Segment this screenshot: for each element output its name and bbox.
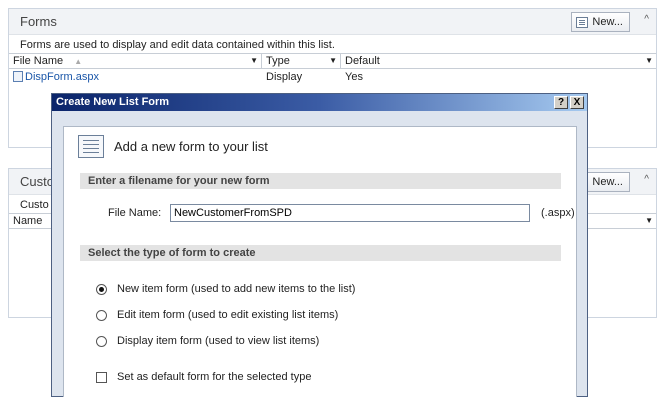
dialog-body: Add a new form to your list Enter a file…	[63, 126, 577, 397]
column-default[interactable]: Default ▼	[341, 54, 656, 68]
form-list-icon	[78, 135, 104, 158]
forms-description: Forms are used to display and edit data …	[9, 35, 656, 54]
radio-new-item-label: New item form (used to add new items to …	[117, 283, 356, 295]
default-form-checkbox-label: Set as default form for the selected typ…	[117, 371, 312, 383]
column-type-label: Type	[266, 55, 290, 67]
file-icon	[13, 71, 23, 82]
radio-display-item-label: Display item form (used to view list ite…	[117, 335, 320, 347]
file-name-input[interactable]	[170, 204, 530, 222]
default-form-checkbox-row[interactable]: Set as default form for the selected typ…	[96, 371, 311, 383]
close-button[interactable]: X	[570, 96, 584, 109]
column-type[interactable]: Type ▼	[262, 54, 341, 68]
chevron-down-icon[interactable]: ▼	[250, 56, 258, 65]
radio-button[interactable]	[96, 335, 107, 347]
radio-edit-item-form[interactable]: Edit item form (used to edit existing li…	[96, 309, 338, 321]
type-section-header: Select the type of form to create	[80, 245, 561, 261]
custom-new-button-label: New...	[592, 176, 623, 188]
dialog-header: Add a new form to your list	[78, 135, 268, 158]
chevron-down-icon[interactable]: ▼	[645, 56, 653, 65]
column-file-name[interactable]: File Name ▲ ▼	[9, 54, 262, 68]
forms-grid-header: File Name ▲ ▼ Type ▼ Default ▼	[9, 54, 656, 69]
file-link[interactable]: DispForm.aspx	[25, 71, 99, 83]
forms-panel-title: Forms	[20, 14, 57, 29]
chevron-down-icon[interactable]: ▼	[329, 56, 337, 65]
forms-collapse-icon[interactable]: ^	[644, 14, 649, 25]
radio-display-item-form[interactable]: Display item form (used to view list ite…	[96, 335, 319, 347]
file-name-cell[interactable]: DispForm.aspx	[9, 70, 262, 84]
chevron-down-icon[interactable]: ▼	[645, 216, 653, 225]
type-cell: Display	[266, 71, 303, 83]
radio-new-item-form[interactable]: New item form (used to add new items to …	[96, 283, 355, 295]
new-form-icon	[576, 16, 589, 28]
radio-edit-item-label: Edit item form (used to edit existing li…	[117, 309, 339, 321]
dialog-header-text: Add a new form to your list	[114, 139, 268, 154]
dialog-title-bar[interactable]: Create New List Form ? X	[52, 94, 587, 111]
custom-panel-title: Custo	[20, 174, 54, 189]
custom-new-button[interactable]: New...	[587, 172, 630, 192]
filename-section-header: Enter a filename for your new form	[80, 173, 561, 189]
radio-button-selected[interactable]	[96, 283, 107, 295]
file-name-suffix: (.aspx)	[541, 207, 575, 219]
custom-collapse-icon[interactable]: ^	[644, 174, 649, 185]
table-row[interactable]: DispForm.aspx Display Yes	[9, 69, 656, 85]
forms-new-button-label: New...	[592, 16, 623, 28]
default-cell: Yes	[345, 71, 363, 83]
forms-new-button[interactable]: New...	[571, 12, 630, 32]
column-default-label: Default	[345, 55, 380, 67]
default-form-checkbox[interactable]	[96, 371, 107, 383]
forms-panel-header: Forms New... ^	[9, 9, 656, 35]
radio-button[interactable]	[96, 309, 107, 321]
create-list-form-dialog: Create New List Form ? X Add a new form …	[51, 93, 588, 397]
column-file-name-label: File Name	[13, 55, 64, 67]
dialog-title: Create New List Form	[56, 96, 170, 108]
help-button[interactable]: ?	[554, 96, 568, 109]
sort-ascending-icon: ▲	[74, 57, 83, 66]
column-name-label: Name	[13, 215, 43, 227]
file-name-label: File Name:	[108, 207, 162, 219]
